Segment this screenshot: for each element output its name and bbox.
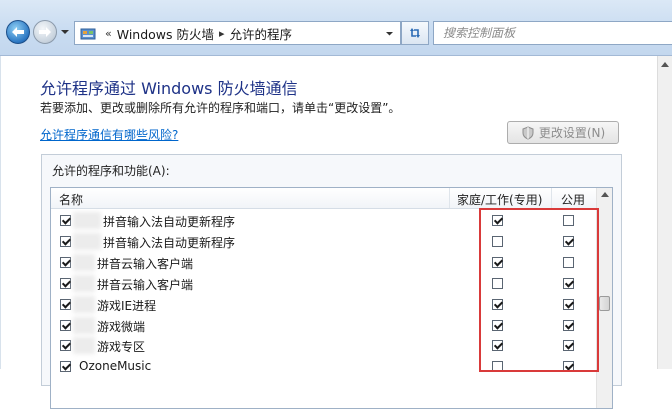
program-name: 拼音输入法自动更新程序 xyxy=(103,215,236,229)
enable-checkbox[interactable] xyxy=(60,235,71,247)
private-network-checkbox[interactable] xyxy=(492,256,503,268)
scrollbar-thumb[interactable] xyxy=(599,296,610,311)
address-bar[interactable]: « Windows 防火墙 ▸ 允许的程序 xyxy=(74,21,401,45)
redacted-region xyxy=(73,232,101,250)
enable-checkbox[interactable] xyxy=(60,340,71,352)
page-description: 若要添加、更改或删除所有允许的程序和端口，请单击“更改设置”。 xyxy=(40,101,401,115)
table-row[interactable]: 拼音输入法自动更新程序 xyxy=(51,210,596,231)
chevron-down-icon[interactable] xyxy=(385,29,394,38)
program-name: 拼音云输入客户端 xyxy=(97,277,194,292)
enable-checkbox[interactable] xyxy=(60,319,71,331)
private-network-checkbox[interactable] xyxy=(492,298,503,310)
scroll-up-arrow-icon[interactable] xyxy=(661,62,669,67)
private-network-checkbox[interactable] xyxy=(492,319,503,331)
table-row[interactable]: 拼音输入法自动更新程序 xyxy=(51,231,596,252)
breadcrumb-prefix[interactable]: « xyxy=(105,27,112,40)
enable-checkbox[interactable] xyxy=(60,215,71,226)
table-row[interactable]: OzoneMusic xyxy=(51,356,596,377)
public-network-checkbox[interactable] xyxy=(563,215,574,226)
allowed-programs-group: 允许的程序和功能(A): 名称 家庭/工作(专用) 公用 拼音输入法自动更新程序… xyxy=(41,154,622,409)
table-row[interactable]: 游戏专区 xyxy=(51,335,596,356)
shield-icon xyxy=(522,125,534,140)
back-arrow-icon xyxy=(12,27,24,37)
enable-checkbox[interactable] xyxy=(60,277,71,289)
public-network-checkbox[interactable] xyxy=(563,340,574,352)
column-divider[interactable] xyxy=(551,188,552,208)
list-header: 名称 家庭/工作(专用) 公用 xyxy=(51,188,612,209)
private-network-checkbox[interactable] xyxy=(492,215,503,226)
private-network-checkbox[interactable] xyxy=(492,340,503,352)
public-network-checkbox[interactable] xyxy=(563,235,574,247)
column-header-public[interactable]: 公用 xyxy=(561,191,585,208)
page-title: 允许程序通过 Windows 防火墙通信 xyxy=(40,79,298,98)
column-divider[interactable] xyxy=(449,188,450,208)
main-content: 允许程序通过 Windows 防火墙通信 若要添加、更改或删除所有允许的程序和端… xyxy=(0,56,658,409)
program-name: 游戏专区 xyxy=(97,340,146,355)
public-network-checkbox[interactable] xyxy=(563,256,574,268)
search-input[interactable]: 搜索控制面板 xyxy=(433,21,672,45)
risk-help-link[interactable]: 允许程序通信有哪些风险? xyxy=(40,126,178,143)
redacted-region xyxy=(73,295,95,313)
program-name: 游戏IE进程 xyxy=(97,298,157,313)
public-network-checkbox[interactable] xyxy=(563,319,574,331)
back-button[interactable] xyxy=(6,20,30,44)
private-network-checkbox[interactable] xyxy=(492,235,503,247)
table-row[interactable]: 拼音云输入客户端 xyxy=(51,273,596,294)
private-network-checkbox[interactable] xyxy=(492,361,503,373)
recent-pages-button[interactable] xyxy=(60,27,70,37)
list-scrollbar[interactable] xyxy=(596,188,612,408)
table-row[interactable]: 游戏IE进程 xyxy=(51,294,596,315)
redacted-region xyxy=(73,274,95,292)
change-settings-label: 更改设置(N) xyxy=(538,126,606,140)
breadcrumb-separator-icon[interactable]: ▸ xyxy=(219,27,225,40)
enable-checkbox[interactable] xyxy=(60,256,71,268)
refresh-button[interactable] xyxy=(401,21,429,45)
private-network-checkbox[interactable] xyxy=(492,277,503,289)
navigation-bar: « Windows 防火墙 ▸ 允许的程序 搜索控制面板 xyxy=(0,0,672,56)
refresh-icon xyxy=(410,28,420,38)
column-header-private[interactable]: 家庭/工作(专用) xyxy=(457,191,542,208)
table-row[interactable]: 游戏微端 xyxy=(51,315,596,336)
redacted-region xyxy=(73,212,101,229)
redacted-region xyxy=(73,253,95,271)
change-settings-button[interactable]: 更改设置(N) xyxy=(507,121,619,144)
program-name: 拼音输入法自动更新程序 xyxy=(103,235,236,250)
program-name: 拼音云输入客户端 xyxy=(97,256,194,271)
window-scrollbar[interactable] xyxy=(657,56,672,369)
program-name: 游戏微端 xyxy=(97,319,146,334)
forward-button[interactable] xyxy=(33,20,57,44)
scroll-up-arrow-icon[interactable] xyxy=(601,192,609,197)
column-header-name[interactable]: 名称 xyxy=(59,191,83,208)
enable-checkbox[interactable] xyxy=(60,361,71,373)
public-network-checkbox[interactable] xyxy=(563,361,574,373)
breadcrumb-item-allowed-programs[interactable]: 允许的程序 xyxy=(230,24,293,43)
redacted-region xyxy=(73,316,95,334)
group-label: 允许的程序和功能(A): xyxy=(52,164,170,178)
programs-list[interactable]: 名称 家庭/工作(专用) 公用 拼音输入法自动更新程序 拼音输入法自动更新程序拼音… xyxy=(50,187,613,409)
public-network-checkbox[interactable] xyxy=(563,298,574,310)
public-network-checkbox[interactable] xyxy=(563,277,574,289)
breadcrumb-item-firewall[interactable]: Windows 防火墙 xyxy=(117,24,214,43)
redacted-region xyxy=(73,337,95,355)
table-row[interactable]: 拼音云输入客户端 xyxy=(51,252,596,273)
forward-arrow-icon xyxy=(39,27,51,37)
enable-checkbox[interactable] xyxy=(60,298,71,310)
control-panel-icon xyxy=(80,28,96,40)
program-name: OzoneMusic xyxy=(79,359,152,374)
